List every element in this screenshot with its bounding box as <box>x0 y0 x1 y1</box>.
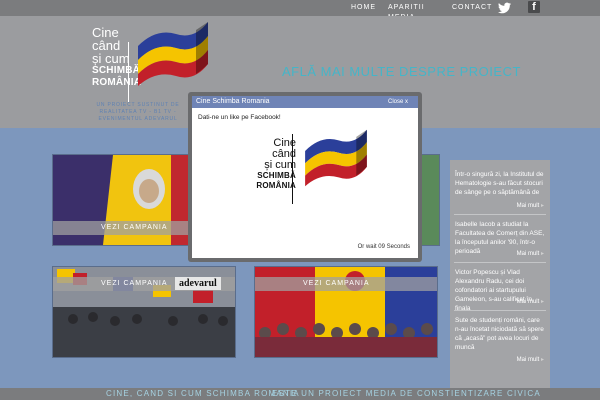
more-about-link[interactable]: AFLĂ MAI MULTE DESPRE PROIECT <box>282 64 521 79</box>
facebook-icon[interactable]: f <box>528 1 540 13</box>
romanian-flag-icon <box>138 22 208 86</box>
footer: CINE, CAND SI CUM SCHIMBA ROMANIA ESTE U… <box>0 388 600 400</box>
news-text: Sute de studenți români, care n-au încet… <box>455 317 544 351</box>
logo-line: și cum <box>264 159 296 171</box>
news-more-link[interactable]: Mai mult <box>517 202 544 209</box>
modal-prompt: Dati-ne un like pe Facebook! <box>198 114 281 121</box>
news-more-link[interactable]: Mai mult <box>517 250 544 257</box>
nav-contact[interactable]: CONTACT <box>452 3 492 13</box>
twitter-icon[interactable] <box>498 2 512 14</box>
news-column: Într-o singură zi, la Institutul de Hema… <box>450 160 550 390</box>
footer-right-text: ESTE UN PROIECT MEDIA DE CONSTIENTIZARE … <box>272 389 541 398</box>
logo-divider <box>128 42 129 102</box>
news-more-link[interactable]: Mai mult <box>517 356 544 363</box>
modal-close-button[interactable]: Close x <box>388 96 408 108</box>
logo-line: ROMÂNIA <box>256 181 296 190</box>
news-item: Victor Popescu și Vlad Alexandru Radu, c… <box>455 268 547 313</box>
campaign-tile-2[interactable]: VEZI CAMPANIA adevarul <box>52 266 236 358</box>
modal-logo: Cine când și cum SCHIMBĂ ROMÂNIA <box>256 138 296 191</box>
logo-line: SCHIMBĂ <box>257 171 296 180</box>
modal-title: Cine Schimba Romania <box>196 98 270 105</box>
modal-body: Dati-ne un like pe Facebook! Cine când ș… <box>192 108 418 258</box>
modal-titlebar: Cine Schimba Romania Close x <box>192 96 418 108</box>
modal-wait-countdown: Or wait 09 Seconds <box>357 244 410 250</box>
news-item: Într-o singură zi, la Institutul de Hema… <box>455 170 547 197</box>
campaign-label[interactable]: VEZI CAMPANIA <box>53 221 189 235</box>
modal-logo-divider <box>292 134 293 204</box>
nav-home[interactable]: HOME <box>351 3 376 13</box>
news-separator <box>454 310 546 311</box>
campaign-label[interactable]: VEZI CAMPANIA <box>255 277 437 291</box>
adevarul-badge: adevarul <box>175 277 221 290</box>
news-separator <box>454 262 546 263</box>
footer-left-text: CINE, CAND SI CUM SCHIMBA ROMANIA <box>106 389 300 398</box>
campaign-tile-3[interactable]: VEZI CAMPANIA <box>254 266 438 358</box>
tagline: UN PROIECT SUSTINUT DE REALITATEA TV - B… <box>96 102 180 122</box>
news-text: Într-o singură zi, la Institutul de Hema… <box>455 171 544 196</box>
campaign-tile-1[interactable]: VEZI CAMPANIA <box>52 154 190 246</box>
news-text: Victor Popescu și Vlad Alexandru Radu, c… <box>455 269 532 312</box>
news-item: Sute de studenți români, care n-au încet… <box>455 316 547 352</box>
news-separator <box>454 214 546 215</box>
campaign-tile-partial[interactable] <box>420 154 440 246</box>
romanian-flag-icon <box>305 129 367 187</box>
news-more-link[interactable]: Mai mult <box>517 298 544 305</box>
